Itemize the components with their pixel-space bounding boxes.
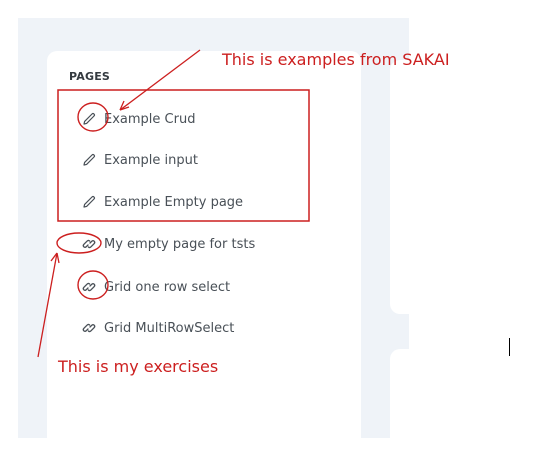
pencil-icon xyxy=(80,193,98,211)
content-card xyxy=(390,60,409,314)
menu-item-label: Grid one row select xyxy=(104,279,231,295)
link-icon xyxy=(80,278,98,296)
menu-item-label: Example input xyxy=(104,152,198,168)
annotation-text-top: This is examples from SAKAI xyxy=(222,50,450,69)
link-icon xyxy=(80,319,98,337)
menu-section-title: PAGES xyxy=(69,70,111,83)
menu-item-example-input[interactable]: Example input xyxy=(80,148,198,172)
menu-item-label: My empty page for tsts xyxy=(104,236,256,252)
menu-item-example-empty-page[interactable]: Example Empty page xyxy=(80,190,243,214)
content-card-lower xyxy=(390,349,409,444)
menu-item-my-empty-page[interactable]: My empty page for tsts xyxy=(80,232,255,256)
menu-item-grid-multirowselect[interactable]: Grid MultiRowSelect xyxy=(80,316,234,340)
link-icon xyxy=(80,235,98,253)
pencil-icon xyxy=(80,110,98,128)
menu-item-example-crud[interactable]: Example Crud xyxy=(80,107,195,131)
menu-item-grid-one-row-select[interactable]: Grid one row select xyxy=(80,275,230,299)
menu-item-label: Grid MultiRowSelect xyxy=(104,320,235,336)
menu-item-label: Example Empty page xyxy=(104,194,244,210)
text-cursor xyxy=(509,338,510,356)
pencil-icon xyxy=(80,151,98,169)
menu-item-label: Example Crud xyxy=(104,111,196,127)
annotation-text-bottom: This is my exercises xyxy=(58,357,219,376)
